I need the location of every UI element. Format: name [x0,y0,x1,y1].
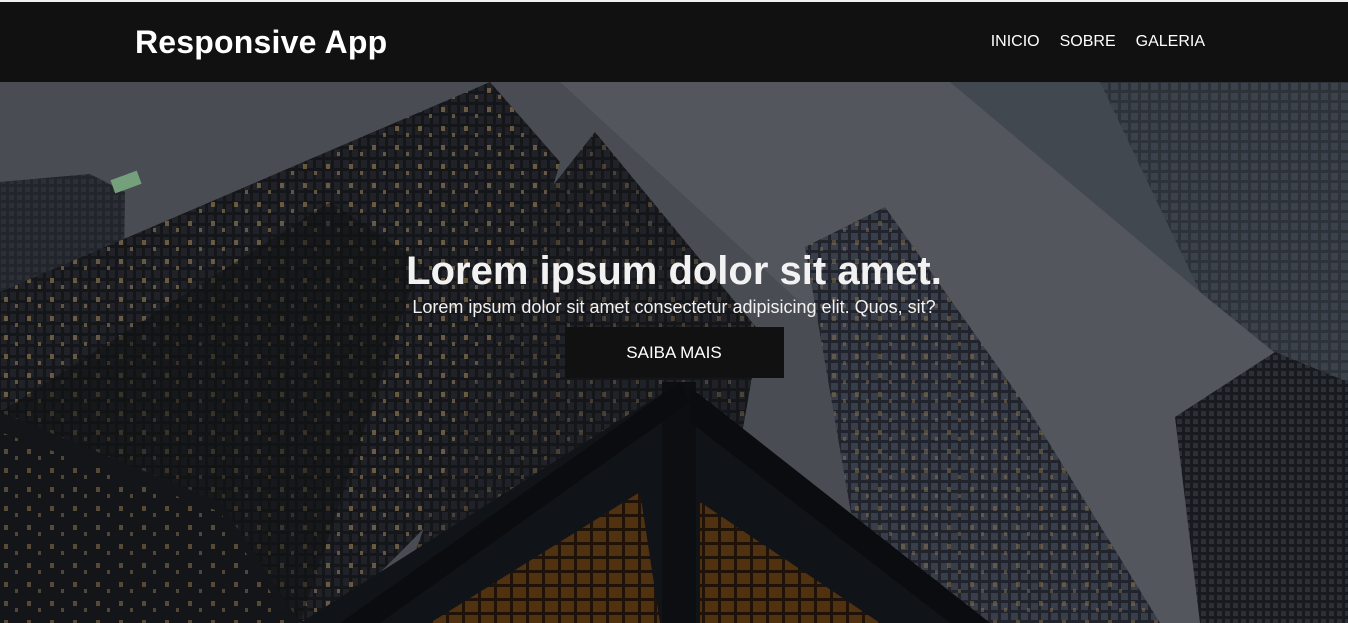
nav-menu: INICIO SOBRE GALERIA [991,32,1205,52]
navbar: Responsive App INICIO SOBRE GALERIA [0,2,1348,82]
nav-link-galeria[interactable]: GALERIA [1136,32,1205,52]
hero-title: Lorem ipsum dolor sit amet. [406,249,942,293]
nav-link-inicio[interactable]: INICIO [991,32,1040,52]
brand-logo[interactable]: Responsive App [135,24,387,60]
hero-section: Lorem ipsum dolor sit amet. Lorem ipsum … [0,82,1348,623]
hero-subtitle: Lorem ipsum dolor sit amet consectetur a… [412,297,936,317]
saiba-mais-button[interactable]: SAIBA MAIS [564,327,784,378]
hero-content: Lorem ipsum dolor sit amet. Lorem ipsum … [0,248,1348,378]
nav-link-sobre[interactable]: SOBRE [1060,32,1116,52]
